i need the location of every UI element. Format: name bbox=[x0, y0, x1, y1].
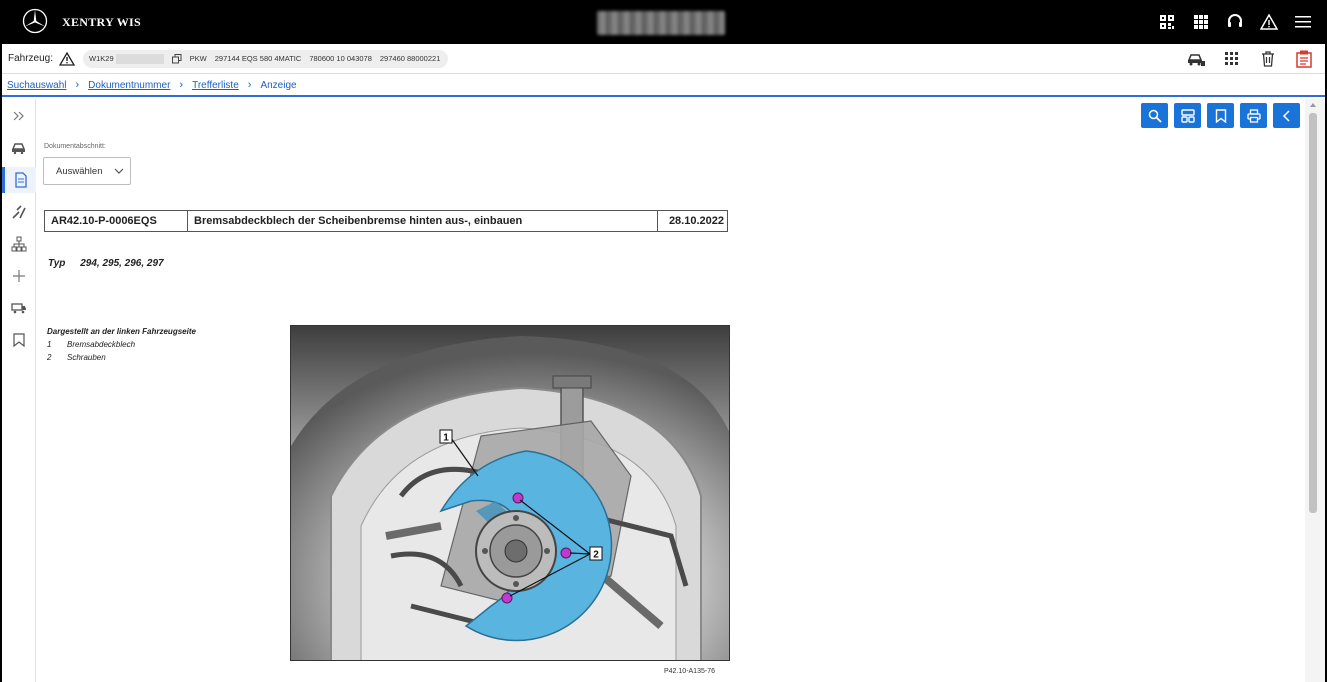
expand-sidebar-icon[interactable] bbox=[2, 103, 36, 129]
vehicle-model: 297144 EQS 580 4MATIC bbox=[214, 54, 302, 63]
breadcrumb-chevron-icon: › bbox=[75, 79, 80, 91]
document-number: AR42.10-P-0006EQS bbox=[45, 211, 188, 231]
document-red-icon[interactable] bbox=[1295, 50, 1313, 68]
breadcrumb-current: Anzeige bbox=[260, 79, 297, 91]
delete-icon[interactable] bbox=[1259, 50, 1277, 68]
figure-legend: Dargestellt an der linken Fahrzeugseite … bbox=[47, 325, 196, 364]
search-in-document-button[interactable] bbox=[1141, 103, 1168, 128]
bookmark-icon bbox=[1215, 108, 1226, 123]
sidebar-wis-icon[interactable] bbox=[2, 167, 36, 193]
qr-scan-icon[interactable] bbox=[1157, 12, 1177, 32]
app-title: XENTRY WIS bbox=[62, 15, 141, 29]
sidebar-tools-icon[interactable] bbox=[2, 199, 36, 225]
sidebar-add-icon[interactable] bbox=[2, 263, 36, 289]
callout-1: 1 bbox=[443, 433, 449, 444]
document-header-table: AR42.10-P-0006EQS Bremsabdeckblech der S… bbox=[44, 210, 728, 232]
apps-grid-icon[interactable] bbox=[1191, 12, 1211, 32]
collapse-panel-button[interactable] bbox=[1273, 103, 1300, 128]
legend-item: 1 Bremsabdeckblech bbox=[47, 340, 136, 349]
search-icon bbox=[1148, 109, 1162, 123]
sidebar-truck-icon[interactable] bbox=[2, 295, 36, 321]
legend-item: 2 Schrauben bbox=[47, 353, 106, 362]
vehicle-grid-icon[interactable] bbox=[1223, 50, 1241, 68]
menu-icon[interactable] bbox=[1293, 12, 1313, 32]
top-bar: XENTRY WIS bbox=[0, 0, 1327, 44]
mercedes-star-icon bbox=[22, 8, 48, 34]
scroll-up-icon[interactable] bbox=[1310, 103, 1316, 107]
dropdown-value: Auswählen bbox=[56, 165, 103, 177]
print-button[interactable] bbox=[1240, 103, 1267, 128]
type-line: Typ 294, 295, 296, 297 bbox=[48, 258, 164, 269]
vehicle-warning-icon[interactable] bbox=[59, 51, 76, 66]
chevron-left-icon bbox=[1282, 109, 1290, 122]
breadcrumb-chevron-icon: › bbox=[179, 79, 184, 91]
breadcrumb-suchauswahl[interactable]: Suchauswahl bbox=[7, 80, 66, 91]
type-value: 294, 295, 296, 297 bbox=[80, 258, 164, 269]
document-title: Bremsabdeckblech der Scheibenbremse hint… bbox=[188, 211, 658, 231]
type-label: Typ bbox=[48, 258, 66, 269]
sidebar bbox=[2, 99, 36, 682]
vehicle-code: 297460 88000221 bbox=[379, 54, 441, 63]
warning-icon[interactable] bbox=[1259, 12, 1279, 32]
section-label: Dokumentabschnitt: bbox=[44, 143, 106, 150]
technical-illustration[interactable]: 1 2 bbox=[290, 325, 730, 661]
sidebar-bookmark-icon[interactable] bbox=[2, 327, 36, 353]
sidebar-vehicle-icon[interactable] bbox=[2, 135, 36, 161]
chevron-down-icon bbox=[115, 168, 124, 174]
section-dropdown[interactable]: Auswählen bbox=[43, 157, 131, 185]
vehicle-info-pill: W1K29 PKW 297144 EQS 580 4MATIC 780600 1… bbox=[83, 49, 449, 68]
layout-button[interactable] bbox=[1174, 103, 1201, 128]
breadcrumb-chevron-icon: › bbox=[247, 79, 252, 91]
vehicle-type: PKW bbox=[189, 54, 207, 63]
breadcrumb-dokumentnummer[interactable]: Dokumentnummer bbox=[88, 80, 170, 91]
legend-title: Dargestellt an der linken Fahrzeugseite bbox=[47, 327, 196, 336]
brake-assembly-drawing: 1 2 bbox=[291, 326, 729, 660]
bookmark-button[interactable] bbox=[1207, 103, 1234, 128]
vehicle-car-icon[interactable] bbox=[1187, 50, 1205, 68]
vertical-scrollbar[interactable] bbox=[1305, 99, 1325, 682]
vehicle-bar: Fahrzeug: W1K29 PKW 297144 EQS 580 4MATI… bbox=[2, 44, 1325, 74]
redacted-user-info bbox=[597, 11, 725, 35]
sidebar-structure-icon[interactable] bbox=[2, 231, 36, 257]
callout-2: 2 bbox=[593, 550, 599, 561]
print-icon bbox=[1246, 108, 1261, 123]
scrollbar-thumb[interactable] bbox=[1309, 113, 1317, 513]
breadcrumb: Suchauswahl › Dokumentnummer › Trefferli… bbox=[2, 75, 1325, 97]
headset-support-icon[interactable] bbox=[1225, 12, 1245, 32]
vehicle-label: Fahrzeug: bbox=[8, 53, 54, 64]
figure-caption: P42.10-A135-76 bbox=[664, 668, 715, 675]
breadcrumb-trefferliste[interactable]: Trefferliste bbox=[192, 80, 239, 91]
vin-field: W1K29 bbox=[89, 53, 164, 64]
copy-icon[interactable] bbox=[171, 53, 182, 64]
document-date: 28.10.2022 bbox=[668, 215, 724, 227]
document-view: Dokumentabschnitt: Auswählen AR42.10-P-0… bbox=[37, 99, 1305, 682]
vehicle-engine: 780600 10 043078 bbox=[309, 54, 372, 63]
layout-icon bbox=[1180, 108, 1195, 123]
